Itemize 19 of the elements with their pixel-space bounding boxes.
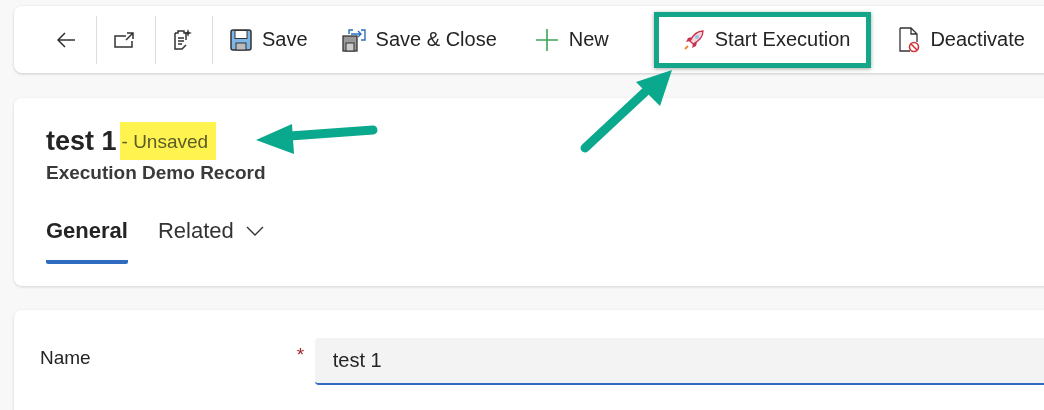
plus-icon [534,27,559,52]
entity-name: Execution Demo Record [46,162,267,184]
name-input[interactable]: test 1 [314,338,1044,385]
record-title: test 1 [46,125,117,157]
tab[interactable]: General [46,218,128,264]
field-label: Name [40,347,92,369]
toolbar-button[interactable]: Save & Close [324,11,514,68]
toolbar-button[interactable]: New [517,11,626,68]
tab[interactable]: Related [157,218,264,264]
unsaved-status: - Unsaved [119,122,217,160]
rocket-icon [682,28,705,51]
toolbar-button[interactable]: Deactivate [881,11,1042,68]
save-close-icon [341,27,366,52]
required-marker: * [296,344,306,366]
toolbar-button[interactable]: Save [213,11,325,68]
save-icon [230,28,252,51]
notes-sparkle-icon [171,27,193,52]
document-block-icon [898,26,921,53]
toolbar-button[interactable]: Start Execution [653,11,872,68]
